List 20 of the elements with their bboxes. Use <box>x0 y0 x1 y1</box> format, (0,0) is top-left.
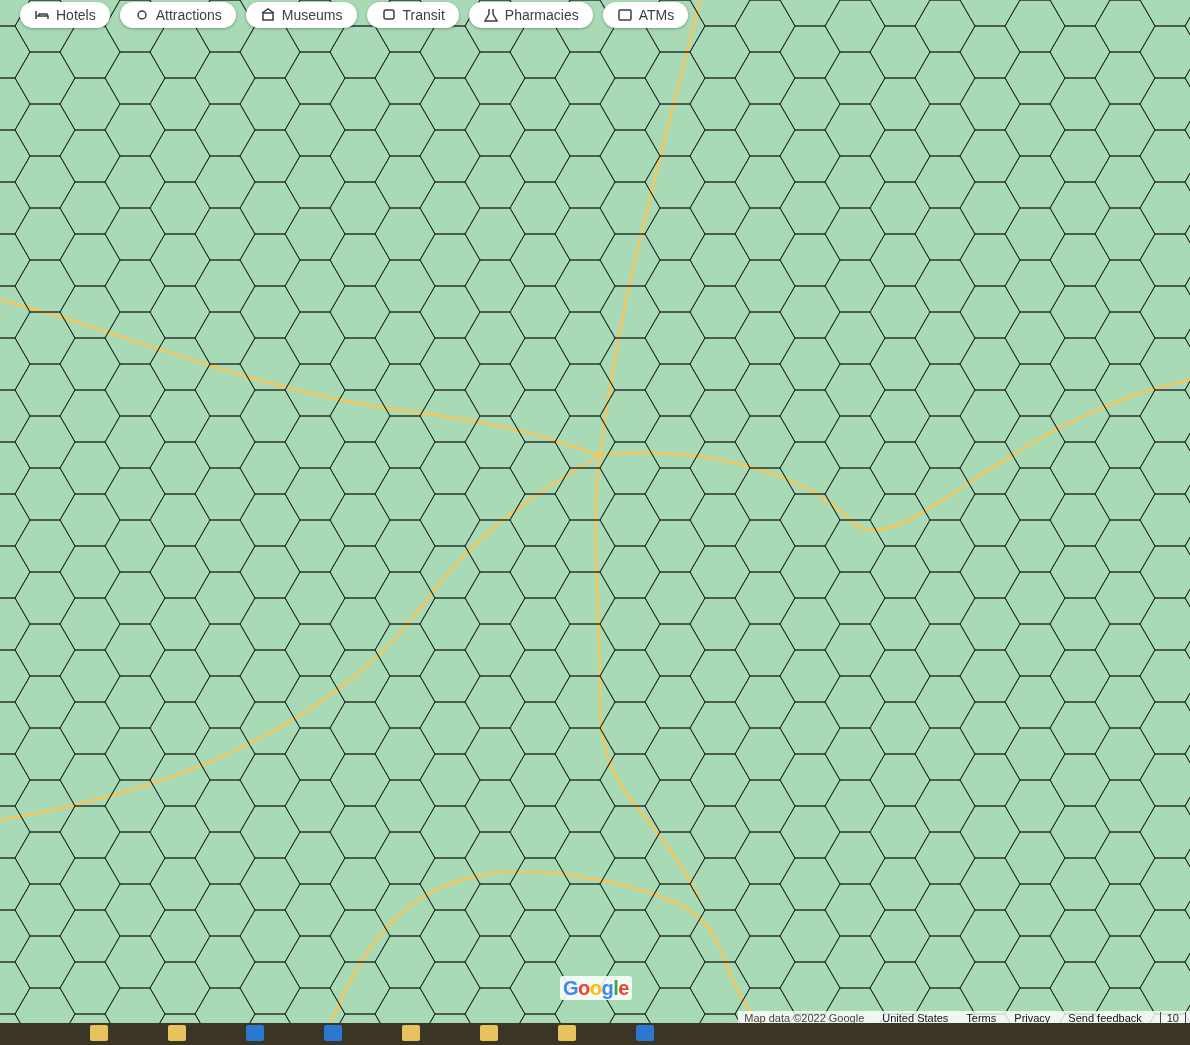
folder-icon[interactable] <box>480 1025 498 1042</box>
filter-chip[interactable]: Hotels <box>20 2 110 28</box>
google-logo: Google <box>560 976 632 1000</box>
flask-icon <box>482 7 499 23</box>
window-icon[interactable] <box>636 1025 654 1042</box>
filter-chip[interactable]: Pharmacies <box>468 2 593 28</box>
filter-chip[interactable]: Attractions <box>119 2 236 28</box>
building-icon <box>259 7 276 23</box>
filter-chip[interactable]: ATMs <box>602 2 689 28</box>
folder-icon[interactable] <box>90 1025 108 1042</box>
footer-link[interactable]: Terms <box>966 1012 997 1024</box>
footer-link[interactable]: Send feedback <box>1068 1012 1142 1024</box>
footer-link[interactable]: United States <box>882 1012 949 1024</box>
folder-icon[interactable] <box>402 1025 420 1042</box>
folder-icon[interactable] <box>168 1025 186 1042</box>
window-icon[interactable] <box>246 1025 264 1042</box>
folder-icon[interactable] <box>558 1025 576 1042</box>
filter-chip[interactable]: Museums <box>245 2 357 28</box>
filter-chip[interactable]: Transit <box>366 2 459 28</box>
window-icon[interactable] <box>324 1025 342 1042</box>
